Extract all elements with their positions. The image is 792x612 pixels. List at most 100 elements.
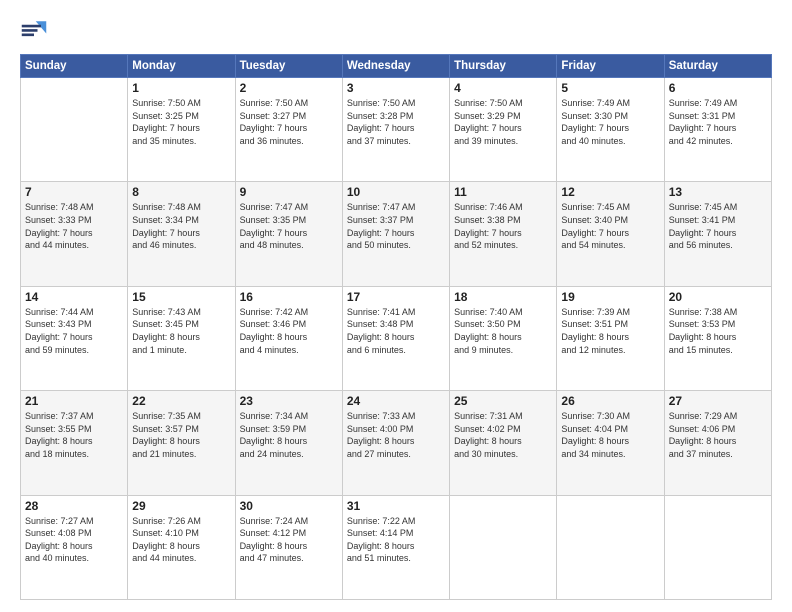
day-detail: Sunrise: 7:35 AM Sunset: 3:57 PM Dayligh… — [132, 410, 230, 460]
day-detail: Sunrise: 7:47 AM Sunset: 3:35 PM Dayligh… — [240, 201, 338, 251]
day-detail: Sunrise: 7:47 AM Sunset: 3:37 PM Dayligh… — [347, 201, 445, 251]
day-number: 14 — [25, 290, 123, 304]
calendar-week-row: 7 Sunrise: 7:48 AM Sunset: 3:33 PM Daylig… — [21, 182, 772, 286]
calendar-header-row: SundayMondayTuesdayWednesdayThursdayFrid… — [21, 55, 772, 78]
calendar-week-row: 28 Sunrise: 7:27 AM Sunset: 4:08 PM Dayli… — [21, 495, 772, 599]
logo — [20, 16, 52, 44]
calendar-cell: 6 Sunrise: 7:49 AM Sunset: 3:31 PM Daylig… — [664, 78, 771, 182]
day-detail: Sunrise: 7:42 AM Sunset: 3:46 PM Dayligh… — [240, 306, 338, 356]
calendar-cell — [21, 78, 128, 182]
day-number: 3 — [347, 81, 445, 95]
day-number: 29 — [132, 499, 230, 513]
calendar-cell: 31 Sunrise: 7:22 AM Sunset: 4:14 PM Dayli… — [342, 495, 449, 599]
day-detail: Sunrise: 7:37 AM Sunset: 3:55 PM Dayligh… — [25, 410, 123, 460]
day-number: 4 — [454, 81, 552, 95]
calendar-cell: 23 Sunrise: 7:34 AM Sunset: 3:59 PM Dayli… — [235, 391, 342, 495]
day-detail: Sunrise: 7:30 AM Sunset: 4:04 PM Dayligh… — [561, 410, 659, 460]
day-detail: Sunrise: 7:26 AM Sunset: 4:10 PM Dayligh… — [132, 515, 230, 565]
calendar-cell — [450, 495, 557, 599]
day-number: 23 — [240, 394, 338, 408]
day-detail: Sunrise: 7:49 AM Sunset: 3:31 PM Dayligh… — [669, 97, 767, 147]
calendar-cell: 7 Sunrise: 7:48 AM Sunset: 3:33 PM Daylig… — [21, 182, 128, 286]
day-number: 6 — [669, 81, 767, 95]
day-number: 10 — [347, 185, 445, 199]
day-number: 11 — [454, 185, 552, 199]
calendar-header-wednesday: Wednesday — [342, 55, 449, 78]
day-number: 18 — [454, 290, 552, 304]
day-detail: Sunrise: 7:48 AM Sunset: 3:33 PM Dayligh… — [25, 201, 123, 251]
page: SundayMondayTuesdayWednesdayThursdayFrid… — [0, 0, 792, 612]
day-detail: Sunrise: 7:44 AM Sunset: 3:43 PM Dayligh… — [25, 306, 123, 356]
day-number: 27 — [669, 394, 767, 408]
day-detail: Sunrise: 7:50 AM Sunset: 3:25 PM Dayligh… — [132, 97, 230, 147]
day-number: 13 — [669, 185, 767, 199]
day-detail: Sunrise: 7:24 AM Sunset: 4:12 PM Dayligh… — [240, 515, 338, 565]
calendar-week-row: 14 Sunrise: 7:44 AM Sunset: 3:43 PM Dayli… — [21, 286, 772, 390]
header — [20, 16, 772, 44]
calendar-cell: 18 Sunrise: 7:40 AM Sunset: 3:50 PM Dayli… — [450, 286, 557, 390]
day-number: 8 — [132, 185, 230, 199]
calendar-cell: 10 Sunrise: 7:47 AM Sunset: 3:37 PM Dayli… — [342, 182, 449, 286]
calendar-cell: 19 Sunrise: 7:39 AM Sunset: 3:51 PM Dayli… — [557, 286, 664, 390]
day-number: 21 — [25, 394, 123, 408]
calendar-table: SundayMondayTuesdayWednesdayThursdayFrid… — [20, 54, 772, 600]
calendar-cell: 26 Sunrise: 7:30 AM Sunset: 4:04 PM Dayli… — [557, 391, 664, 495]
day-detail: Sunrise: 7:33 AM Sunset: 4:00 PM Dayligh… — [347, 410, 445, 460]
calendar-cell: 30 Sunrise: 7:24 AM Sunset: 4:12 PM Dayli… — [235, 495, 342, 599]
day-number: 1 — [132, 81, 230, 95]
day-detail: Sunrise: 7:34 AM Sunset: 3:59 PM Dayligh… — [240, 410, 338, 460]
day-number: 9 — [240, 185, 338, 199]
calendar-cell: 29 Sunrise: 7:26 AM Sunset: 4:10 PM Dayli… — [128, 495, 235, 599]
calendar-header-monday: Monday — [128, 55, 235, 78]
day-detail: Sunrise: 7:29 AM Sunset: 4:06 PM Dayligh… — [669, 410, 767, 460]
calendar-header-thursday: Thursday — [450, 55, 557, 78]
calendar-header-tuesday: Tuesday — [235, 55, 342, 78]
day-detail: Sunrise: 7:31 AM Sunset: 4:02 PM Dayligh… — [454, 410, 552, 460]
calendar-cell: 2 Sunrise: 7:50 AM Sunset: 3:27 PM Daylig… — [235, 78, 342, 182]
calendar-cell: 20 Sunrise: 7:38 AM Sunset: 3:53 PM Dayli… — [664, 286, 771, 390]
day-detail: Sunrise: 7:41 AM Sunset: 3:48 PM Dayligh… — [347, 306, 445, 356]
day-number: 25 — [454, 394, 552, 408]
day-detail: Sunrise: 7:22 AM Sunset: 4:14 PM Dayligh… — [347, 515, 445, 565]
day-number: 12 — [561, 185, 659, 199]
day-detail: Sunrise: 7:50 AM Sunset: 3:27 PM Dayligh… — [240, 97, 338, 147]
calendar-cell — [664, 495, 771, 599]
calendar-cell: 4 Sunrise: 7:50 AM Sunset: 3:29 PM Daylig… — [450, 78, 557, 182]
day-detail: Sunrise: 7:50 AM Sunset: 3:29 PM Dayligh… — [454, 97, 552, 147]
day-number: 19 — [561, 290, 659, 304]
day-number: 20 — [669, 290, 767, 304]
day-number: 26 — [561, 394, 659, 408]
day-number: 28 — [25, 499, 123, 513]
calendar-cell: 25 Sunrise: 7:31 AM Sunset: 4:02 PM Dayli… — [450, 391, 557, 495]
day-number: 15 — [132, 290, 230, 304]
day-number: 17 — [347, 290, 445, 304]
calendar-cell: 27 Sunrise: 7:29 AM Sunset: 4:06 PM Dayli… — [664, 391, 771, 495]
day-detail: Sunrise: 7:50 AM Sunset: 3:28 PM Dayligh… — [347, 97, 445, 147]
day-number: 30 — [240, 499, 338, 513]
calendar-cell: 13 Sunrise: 7:45 AM Sunset: 3:41 PM Dayli… — [664, 182, 771, 286]
calendar-cell: 12 Sunrise: 7:45 AM Sunset: 3:40 PM Dayli… — [557, 182, 664, 286]
day-detail: Sunrise: 7:38 AM Sunset: 3:53 PM Dayligh… — [669, 306, 767, 356]
calendar-cell: 11Sunrise: 7:46 AM Sunset: 3:38 PM Dayli… — [450, 182, 557, 286]
calendar-cell: 24Sunrise: 7:33 AM Sunset: 4:00 PM Dayli… — [342, 391, 449, 495]
day-number: 22 — [132, 394, 230, 408]
day-number: 7 — [25, 185, 123, 199]
calendar-cell: 15 Sunrise: 7:43 AM Sunset: 3:45 PM Dayli… — [128, 286, 235, 390]
day-detail: Sunrise: 7:49 AM Sunset: 3:30 PM Dayligh… — [561, 97, 659, 147]
calendar-week-row: 1 Sunrise: 7:50 AM Sunset: 3:25 PM Daylig… — [21, 78, 772, 182]
day-detail: Sunrise: 7:40 AM Sunset: 3:50 PM Dayligh… — [454, 306, 552, 356]
calendar-cell: 16 Sunrise: 7:42 AM Sunset: 3:46 PM Dayli… — [235, 286, 342, 390]
calendar-cell: 28 Sunrise: 7:27 AM Sunset: 4:08 PM Dayli… — [21, 495, 128, 599]
day-detail: Sunrise: 7:27 AM Sunset: 4:08 PM Dayligh… — [25, 515, 123, 565]
day-number: 31 — [347, 499, 445, 513]
calendar-cell: 17 Sunrise: 7:41 AM Sunset: 3:48 PM Dayli… — [342, 286, 449, 390]
day-detail: Sunrise: 7:39 AM Sunset: 3:51 PM Dayligh… — [561, 306, 659, 356]
calendar-header-saturday: Saturday — [664, 55, 771, 78]
day-detail: Sunrise: 7:45 AM Sunset: 3:40 PM Dayligh… — [561, 201, 659, 251]
day-number: 16 — [240, 290, 338, 304]
day-detail: Sunrise: 7:45 AM Sunset: 3:41 PM Dayligh… — [669, 201, 767, 251]
day-detail: Sunrise: 7:43 AM Sunset: 3:45 PM Dayligh… — [132, 306, 230, 356]
day-number: 2 — [240, 81, 338, 95]
logo-icon — [20, 16, 48, 44]
calendar-header-sunday: Sunday — [21, 55, 128, 78]
